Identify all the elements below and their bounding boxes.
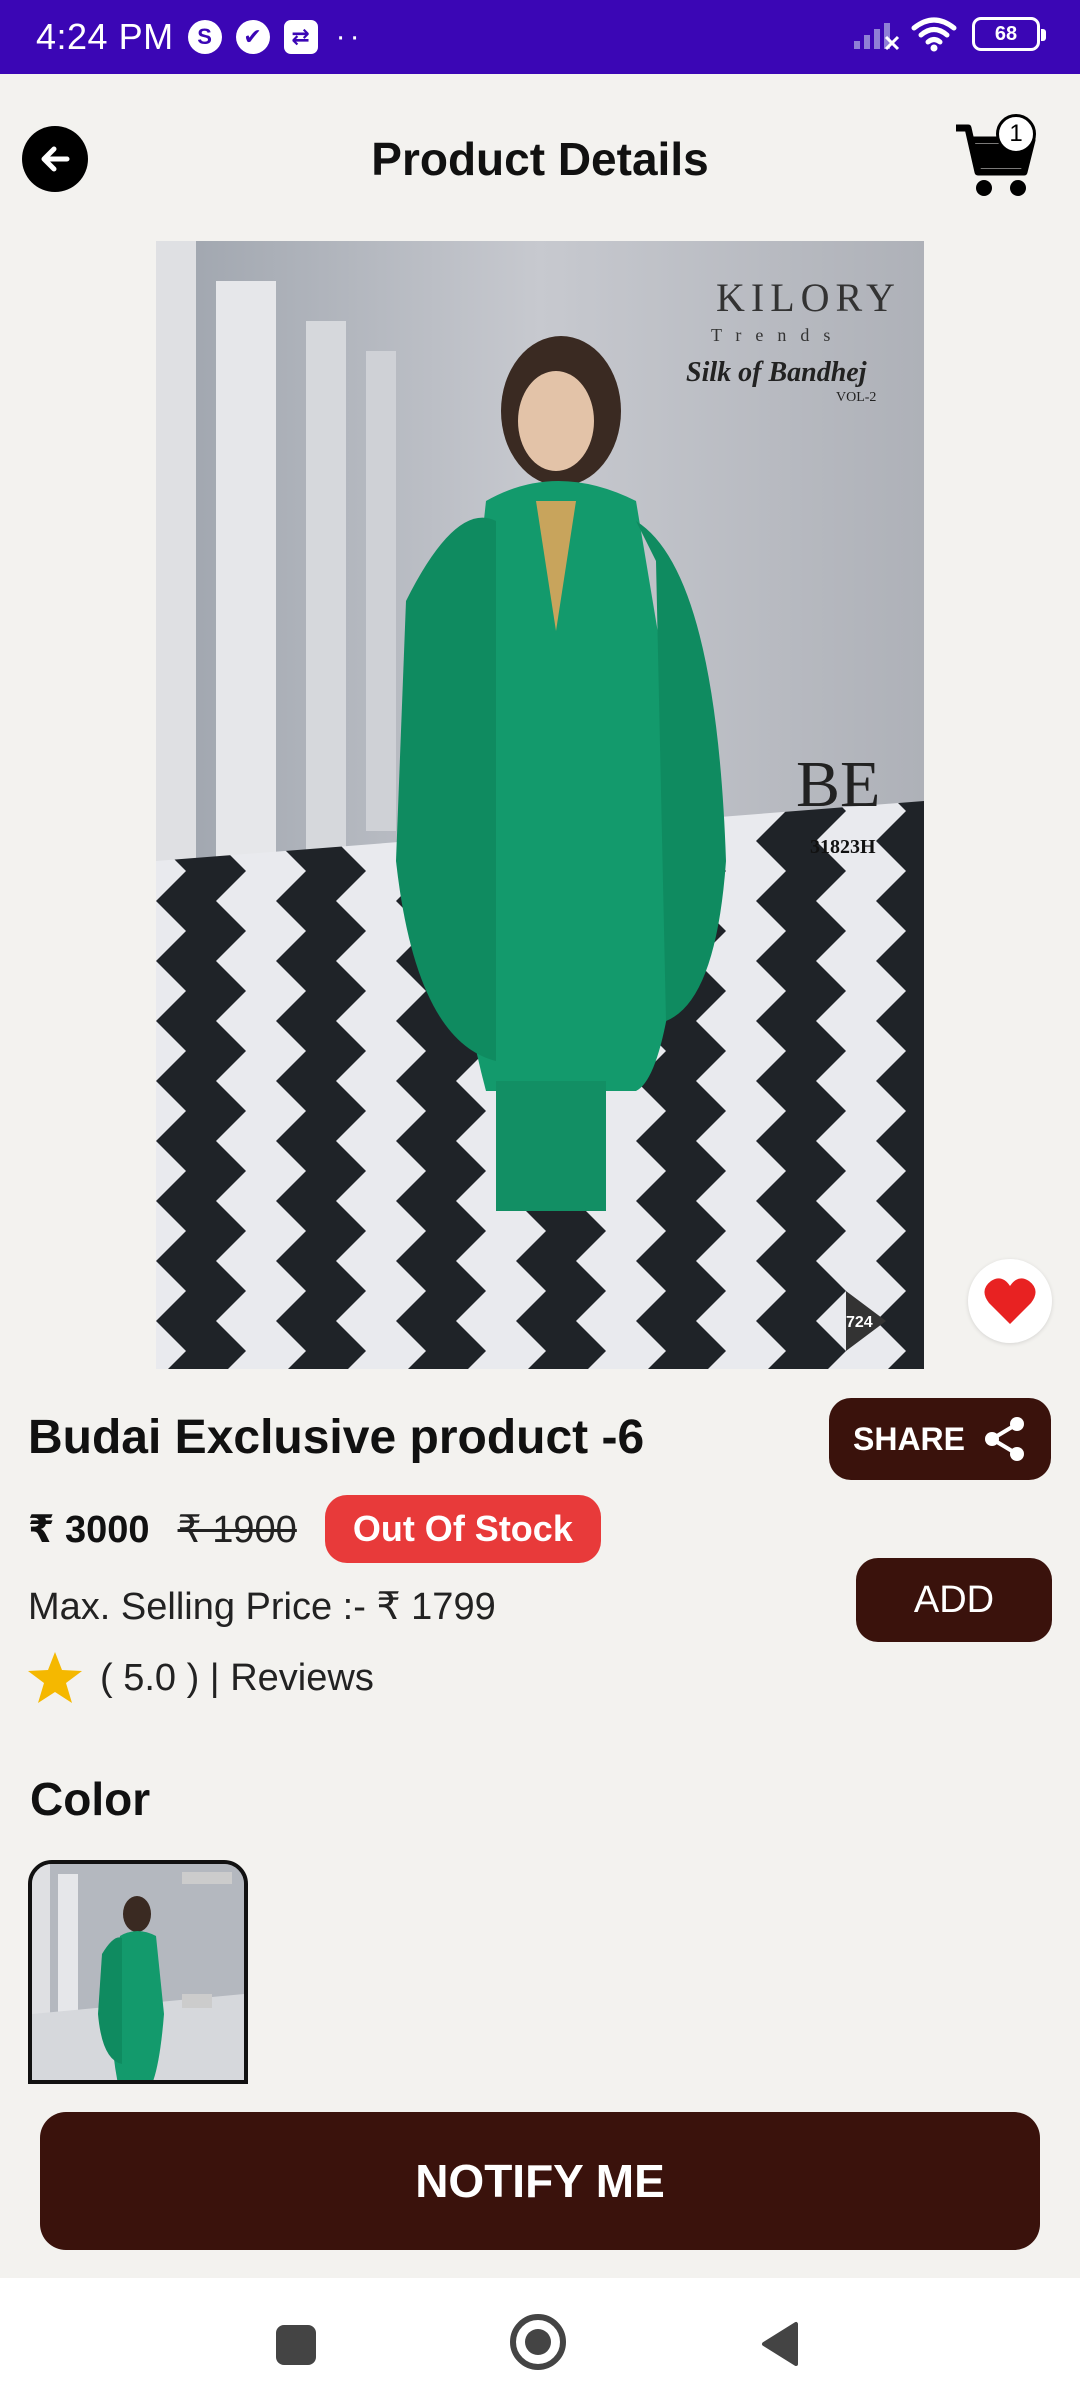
share-button[interactable]: SHARE	[829, 1398, 1051, 1480]
color-swatch-thumbnail[interactable]	[28, 1860, 248, 2084]
battery-indicator: 68	[972, 17, 1046, 51]
cart-count-badge: 1	[996, 114, 1036, 154]
share-label: SHARE	[852, 1420, 965, 1457]
add-button[interactable]: ADD	[856, 1558, 1052, 1642]
more-notifications-icon: ··	[335, 20, 364, 53]
skype-notification-icon: S	[187, 20, 222, 54]
heart-icon	[984, 1278, 1036, 1324]
product-photo: KILORY Trends Silk of Bandhej VOL-2 BE 3…	[156, 241, 924, 1369]
check-notification-icon: ✔	[235, 20, 270, 54]
wifi-icon	[911, 17, 957, 52]
image-logo-text: BE	[796, 748, 880, 821]
image-brand-subtitle: Trends	[711, 325, 844, 345]
nav-back-button[interactable]	[760, 2320, 800, 2368]
product-image[interactable]: KILORY Trends Silk of Bandhej VOL-2 BE 3…	[156, 241, 924, 1369]
home-button[interactable]	[510, 2314, 566, 2370]
product-price: ₹ 3000	[28, 1508, 150, 1551]
image-collection-text: Silk of Bandhej	[686, 357, 867, 388]
recent-apps-button[interactable]	[276, 2325, 316, 2365]
star-icon	[28, 1652, 82, 1703]
image-brand-text: KILORY	[716, 275, 901, 320]
max-selling-price: Max. Selling Price :- ₹ 1799	[28, 1586, 496, 1628]
notify-me-button[interactable]: NOTIFY ME	[40, 2112, 1040, 2250]
system-navigation-bar	[0, 2278, 1080, 2408]
status-bar: 4:24 PM S ✔ ⇄ ·· 68	[0, 0, 1080, 74]
wishlist-button[interactable]	[968, 1259, 1052, 1343]
image-page-number: 724	[846, 1314, 873, 1331]
price-row: ₹ 3000 ₹ 1900 Out Of Stock	[28, 1494, 601, 1564]
cart-button[interactable]: 1	[950, 114, 1040, 204]
rating-reviews-text: ( 5.0 ) | Reviews	[100, 1656, 374, 1699]
app-header: Product Details 1	[0, 74, 1080, 244]
original-price: ₹ 1900	[177, 1508, 297, 1551]
stock-status-badge: Out Of Stock	[324, 1495, 601, 1563]
color-section-title: Color	[30, 1773, 151, 1825]
share-icon	[985, 1417, 1024, 1461]
product-name: Budai Exclusive product -6	[28, 1411, 645, 1464]
image-volume-text: VOL-2	[836, 390, 876, 405]
app-notification-icon: ⇄	[283, 20, 318, 54]
signal-icon	[854, 23, 900, 51]
image-code-text: 31823H	[810, 836, 876, 858]
rating-row[interactable]: ( 5.0 ) | Reviews	[26, 1650, 374, 1706]
color-swatch-image	[32, 1864, 244, 2080]
page-title: Product Details	[371, 133, 709, 185]
status-time: 4:24 PM	[36, 16, 174, 57]
